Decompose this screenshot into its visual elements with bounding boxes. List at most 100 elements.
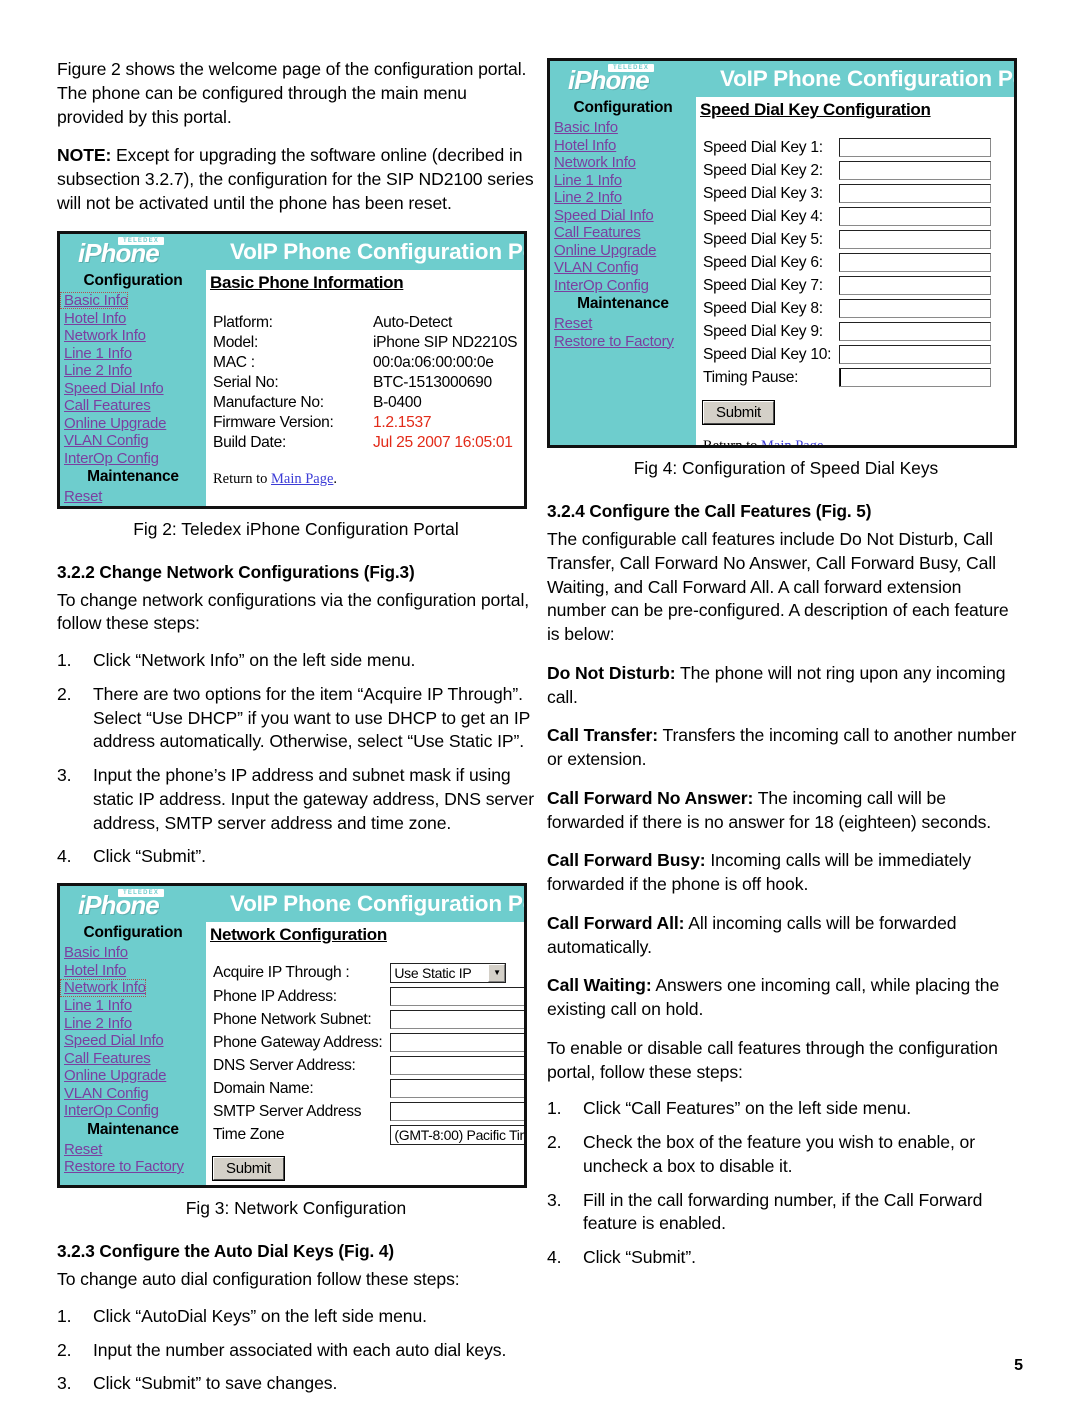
- smtp-server-address-input[interactable]: [390, 1102, 524, 1121]
- time-zone-select[interactable]: (GMT-8:00) Pacific Time▼: [390, 1125, 524, 1145]
- table-row: MAC : 00:0a:06:00:00:0e: [213, 353, 517, 373]
- sidebar-item-online-upgrade[interactable]: Online Upgrade: [60, 415, 206, 433]
- sidebar-item-reset[interactable]: Reset: [60, 1141, 206, 1159]
- sidebar-item-line-2-info[interactable]: Line 2 Info: [550, 189, 696, 207]
- sidebar-item-line-2-info[interactable]: Line 2 Info: [60, 362, 206, 380]
- form-row: Speed Dial Key 8:: [703, 297, 992, 320]
- sidebar-item-online-upgrade[interactable]: Online Upgrade: [550, 242, 696, 260]
- sidebar-item-call-features[interactable]: Call Features: [60, 1050, 206, 1068]
- sidebar-item-restore-to-factory[interactable]: Restore to Factory: [60, 1158, 206, 1176]
- speed-dial-key-5-input[interactable]: [839, 230, 992, 249]
- acquire-ip-through-select[interactable]: Use Static IP ▼: [390, 963, 507, 983]
- table-row: Serial No: BTC-1513000690: [213, 373, 517, 393]
- form-row: Timing Pause:: [703, 366, 992, 389]
- sidebar-item-network-info[interactable]: Network Info: [60, 327, 206, 345]
- speed-dial-key-2-input[interactable]: [839, 161, 992, 180]
- fig2-return-line: Return to Main Page.: [213, 471, 524, 488]
- fig2-screenshot: iPhone TELEDEX VoIP Phone Configuration …: [57, 230, 527, 509]
- row-label: Model:: [213, 333, 259, 351]
- form-row: Speed Dial Key 10:: [703, 343, 992, 366]
- phone-ip-address-input[interactable]: [390, 987, 524, 1006]
- speed-dial-key-3-input[interactable]: [839, 184, 992, 203]
- sidebar-section-configuration: Configuration: [573, 99, 673, 116]
- phone-gateway-address-input[interactable]: [390, 1033, 524, 1052]
- sidebar-item-vlan-config[interactable]: VLAN Config: [60, 432, 206, 450]
- sidebar-item-basic-info[interactable]: Basic Info: [60, 944, 206, 962]
- sidebar-item-hotel-info[interactable]: Hotel Info: [60, 962, 206, 980]
- chevron-down-icon[interactable]: ▼: [488, 964, 506, 982]
- sidebar-item-line-2-info[interactable]: Line 2 Info: [60, 1015, 206, 1033]
- return-suffix: .: [823, 438, 828, 448]
- list-item: 2. There are two options for the item “Ac…: [57, 683, 535, 754]
- sidebar-item-interop-config[interactable]: InterOp Config: [60, 1102, 206, 1120]
- sidebar-item-network-info[interactable]: Network Info: [60, 979, 206, 997]
- sidebar-item-basic-info[interactable]: Basic Info: [60, 291, 206, 310]
- sidebar-item-interop-config[interactable]: InterOp Config: [550, 277, 696, 295]
- submit-button[interactable]: Submit: [703, 401, 774, 424]
- speed-dial-key-7-input[interactable]: [839, 276, 992, 295]
- sidebar-item-vlan-config[interactable]: VLAN Config: [60, 1085, 206, 1103]
- sidebar-item-vlan-config[interactable]: VLAN Config: [550, 259, 696, 277]
- section-324-intro: The configurable call features include D…: [547, 529, 1009, 644]
- sidebar-item-reset[interactable]: Reset: [60, 488, 206, 506]
- speed-dial-key-9-input[interactable]: [839, 322, 992, 341]
- sidebar-item-restore-to-factory[interactable]: Restore to Factory: [60, 506, 206, 509]
- teledex-iphone-logo: iPhone TELEDEX: [560, 62, 720, 96]
- sidebar-item-speed-dial-info[interactable]: Speed Dial Info: [60, 380, 206, 398]
- sidebar-item-network-info[interactable]: Network Info: [550, 154, 696, 172]
- domain-name-input[interactable]: [390, 1079, 524, 1098]
- sidebar-item-online-upgrade[interactable]: Online Upgrade: [60, 1067, 206, 1085]
- field-label: Time Zone: [213, 1126, 285, 1143]
- sidebar-item-speed-dial-info[interactable]: Speed Dial Info: [60, 1032, 206, 1050]
- table-row: Build Date: Jul 25 2007 16:05:01: [213, 433, 517, 453]
- main-page-link[interactable]: Main Page: [271, 471, 333, 487]
- page-number: 5: [1014, 1357, 1023, 1374]
- feature-call-waiting: Call Waiting: Answers one incoming call,…: [547, 974, 1025, 1022]
- sidebar-item-reset[interactable]: Reset: [550, 315, 696, 333]
- fig4-return-line: Return to Main Page.: [703, 438, 1014, 448]
- sidebar-item-call-features[interactable]: Call Features: [550, 224, 696, 242]
- field-label: DNS Server Address:: [213, 1056, 356, 1074]
- speed-dial-key-6-input[interactable]: [839, 253, 992, 272]
- section-322-steps: 1. Click “Network Info” on the left side …: [57, 649, 535, 869]
- sidebar-item-line-1-info[interactable]: Line 1 Info: [60, 345, 206, 363]
- sidebar-item-call-features[interactable]: Call Features: [60, 397, 206, 415]
- enable-features-steps: 1. Click “Call Features” on the left side…: [547, 1097, 1025, 1270]
- field-label: Phone Gateway Address:: [213, 1033, 383, 1051]
- sidebar-item-speed-dial-info[interactable]: Speed Dial Info: [550, 207, 696, 225]
- phone-network-subnet-input[interactable]: [390, 1010, 524, 1029]
- sidebar-section-maintenance: Maintenance: [87, 1120, 179, 1138]
- speed-dial-key-1-input[interactable]: [839, 138, 992, 157]
- form-row: Speed Dial Key 3:: [703, 182, 992, 205]
- speed-dial-key-8-input[interactable]: [839, 299, 992, 318]
- step-text: Fill in the call forwarding number, if t…: [583, 1189, 983, 1234]
- timing-pause-input[interactable]: [839, 368, 992, 387]
- sidebar-link-label[interactable]: Basic Info: [60, 291, 128, 309]
- note-label: NOTE:: [57, 145, 112, 166]
- main-page-link[interactable]: Main Page: [761, 438, 823, 445]
- step-number: 1.: [57, 650, 72, 670]
- network-configuration-form: Acquire IP Through : Use Static IP ▼ Phon…: [213, 961, 524, 1147]
- fig2-caption: Fig 2: Teledex iPhone Configuration Port…: [133, 518, 459, 539]
- section-323-intro: To change auto dial configuration follow…: [57, 1269, 460, 1289]
- step-text: Click “Submit”.: [583, 1247, 696, 1267]
- speed-dial-key-10-input[interactable]: [839, 345, 992, 364]
- submit-button[interactable]: Submit: [213, 1157, 284, 1180]
- sidebar-item-hotel-info[interactable]: Hotel Info: [60, 310, 206, 328]
- section-323-heading: 3.2.3 Configure the Auto Dial Keys (Fig.…: [57, 1241, 394, 1261]
- sidebar-item-basic-info[interactable]: Basic Info: [550, 119, 696, 137]
- sidebar-item-line-1-info[interactable]: Line 1 Info: [60, 997, 206, 1015]
- sidebar-item-interop-config[interactable]: InterOp Config: [60, 450, 206, 468]
- right-column: iPhone TELEDEX VoIP Phone Configuration …: [547, 58, 1025, 1284]
- speed-dial-key-4-input[interactable]: [839, 207, 992, 226]
- sidebar-item-line-1-info[interactable]: Line 1 Info: [550, 172, 696, 190]
- sidebar-item-hotel-info[interactable]: Hotel Info: [550, 137, 696, 155]
- sidebar-link-label[interactable]: Network Info: [60, 979, 146, 997]
- dns-server-address-input[interactable]: [390, 1056, 524, 1075]
- fig3-caption: Fig 3: Network Configuration: [185, 1198, 407, 1218]
- sidebar-section-configuration: Configuration: [83, 924, 183, 941]
- table-row: Platform: Auto-Detect: [213, 313, 517, 333]
- teledex-brand-badge: TELEDEX: [608, 64, 655, 72]
- sidebar-item-restore-to-factory[interactable]: Restore to Factory: [550, 333, 696, 351]
- enable-features-intro: To enable or disable call features throu…: [547, 1037, 998, 1082]
